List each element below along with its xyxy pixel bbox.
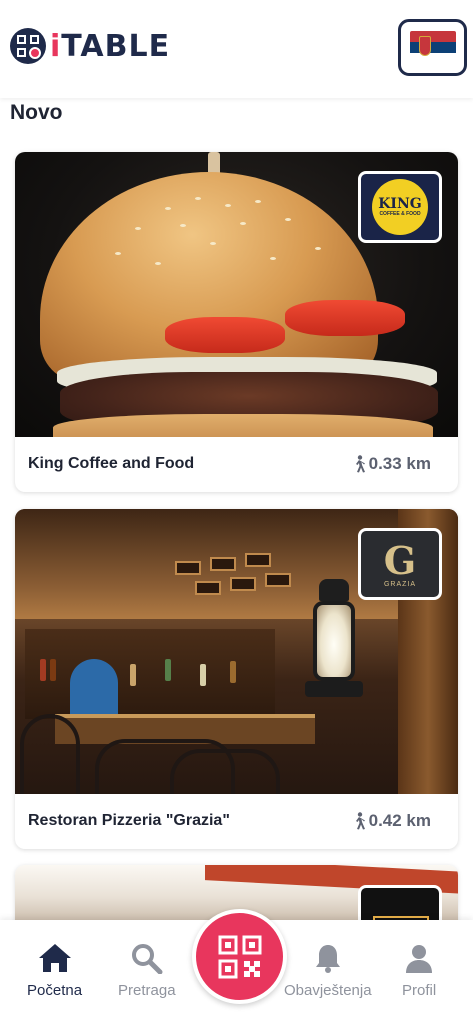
nav-item-home[interactable]: Početna [27,942,82,999]
search-icon [131,944,163,974]
user-icon [406,945,433,973]
nav-label: Pretraga [118,982,176,999]
section-title: Novo [10,101,63,124]
restaurant-photo: G GRAZIA [15,509,458,794]
nav-item-search[interactable]: Pretraga [118,942,176,999]
walking-icon [355,812,365,830]
logo-text: iTABLE [50,28,171,64]
logo-mark-icon [10,28,46,64]
home-icon [38,944,71,972]
restaurant-distance: 0.33 km [352,454,431,474]
restaurant-card[interactable]: G GRAZIA Restoran Pizzeria "Grazia" 0.42… [15,509,458,849]
qr-code-icon [218,935,261,978]
serbia-flag-icon [409,31,456,64]
itable-logo[interactable]: iTABLE [10,28,170,64]
walking-icon [355,455,365,473]
nav-label: Obavještenja [284,982,372,999]
restaurant-photo: KING COFFEE & FOOD [15,152,458,437]
restaurant-logo: G GRAZIA [358,528,442,600]
app-header: iTABLE [0,0,473,98]
nav-item-profile[interactable]: Profil [402,942,436,999]
lantern-image [305,579,363,709]
restaurant-card[interactable]: KING COFFEE & FOOD King Coffee and Food … [15,152,458,492]
nav-item-notifications[interactable]: Obavještenja [284,942,372,999]
restaurant-name: Restoran Pizzeria "Grazia" [28,812,230,829]
nav-label: Profil [402,982,437,999]
restaurant-logo: KING COFFEE & FOOD [358,171,442,243]
qr-scan-button[interactable] [192,909,287,1004]
language-selector-button[interactable] [398,19,467,76]
restaurant-distance: 0.42 km [352,811,431,831]
restaurant-name: King Coffee and Food [28,455,195,472]
nav-label: Početna [27,982,83,999]
bell-icon [315,945,340,973]
